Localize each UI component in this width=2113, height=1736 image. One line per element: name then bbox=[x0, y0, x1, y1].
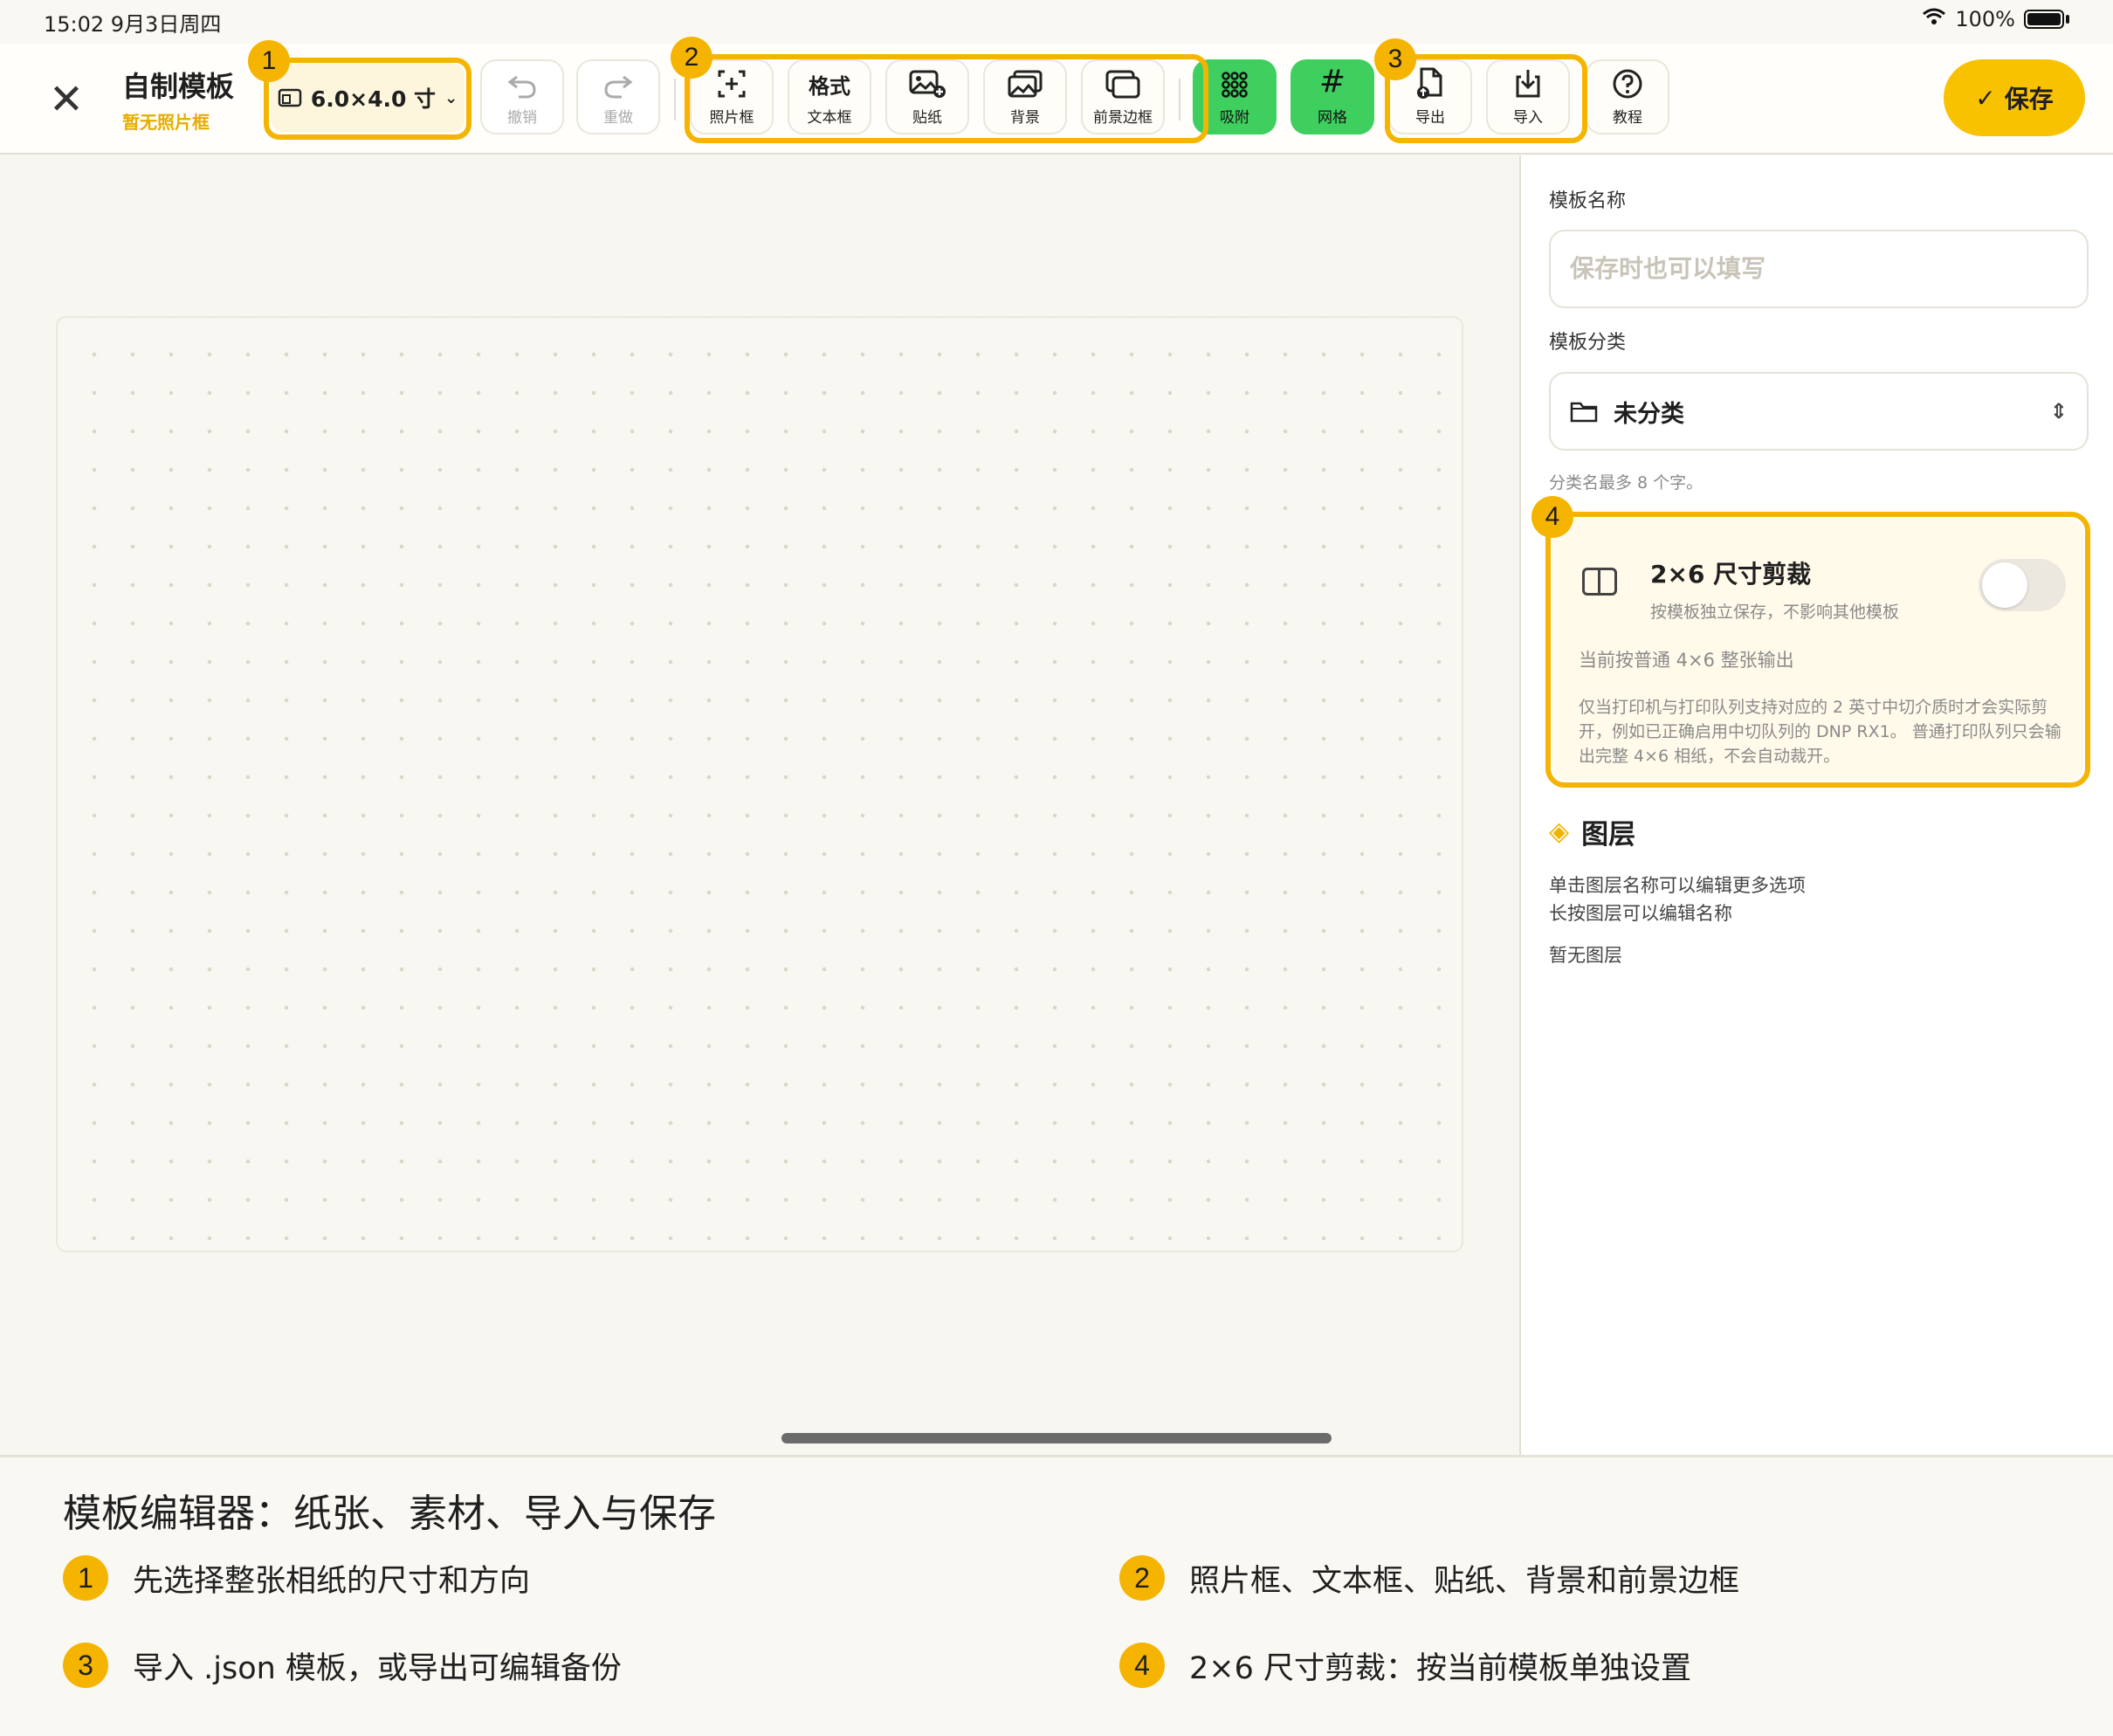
guide-number-2: 2 bbox=[1119, 1555, 1165, 1601]
highlight-import-export bbox=[1385, 54, 1587, 143]
guide-number-1: 1 bbox=[63, 1555, 108, 1601]
guide-number-4: 4 bbox=[1119, 1643, 1165, 1688]
category-label: 模板分类 bbox=[1549, 332, 1627, 354]
status-bar: 15:02 9月3日周四 100% bbox=[0, 0, 2113, 44]
undo-button[interactable]: 撤销 bbox=[480, 59, 564, 134]
save-button[interactable]: ✓ 保存 bbox=[1944, 59, 2085, 136]
layers-hint-2: 长按图层可以编辑名称 bbox=[1549, 903, 1732, 924]
grid-icon: # bbox=[1318, 64, 1346, 100]
highlight-materials bbox=[685, 54, 1208, 143]
highlight-paper-size bbox=[264, 58, 471, 140]
guide-text-3: 导入 .json 模板，或导出可编辑备份 bbox=[133, 1650, 622, 1686]
redo-button[interactable]: 重做 bbox=[576, 59, 660, 134]
folder-icon bbox=[1570, 402, 1598, 423]
template-name-input[interactable]: 保存时也可以填写 bbox=[1549, 230, 2089, 308]
battery-icon bbox=[2024, 10, 2064, 29]
redo-label: 重做 bbox=[603, 109, 633, 127]
chevron-updown-icon: ⇕ bbox=[2049, 399, 2068, 424]
guide-item-4: 4 2×6 尺寸剪裁：按当前模板单独设置 bbox=[1119, 1643, 1691, 1688]
guide-item-1: 1 先选择整张相纸的尺寸和方向 bbox=[63, 1555, 530, 1601]
template-title: 自制模板 bbox=[122, 70, 235, 103]
canvas-area bbox=[0, 155, 1518, 1455]
guide-item-2: 2 照片框、文本框、贴纸、背景和前景边框 bbox=[1119, 1555, 1739, 1601]
callout-badge-2: 2 bbox=[671, 37, 712, 79]
guide-item-3: 3 导入 .json 模板，或导出可编辑备份 bbox=[63, 1643, 622, 1688]
callout-badge-3: 3 bbox=[1374, 38, 1416, 80]
layers-heading: ◈ 图层 bbox=[1549, 812, 1635, 851]
template-name-label: 模板名称 bbox=[1549, 190, 1627, 212]
help-icon bbox=[1587, 61, 1668, 100]
category-value: 未分类 bbox=[1614, 400, 1684, 428]
callout-badge-4: 4 bbox=[1531, 496, 1573, 538]
highlight-crop bbox=[1545, 512, 2090, 788]
editor-toolbar: ✕ 自制模板 暂无照片框 6.0×4.0 寸 ⌄ 撤销 重做 照片框 格式 文本… bbox=[0, 37, 2113, 155]
grid-toggle[interactable]: # 网格 bbox=[1291, 59, 1374, 134]
guide-text-2: 照片框、文本框、贴纸、背景和前景边框 bbox=[1189, 1563, 1740, 1599]
category-hint: 分类名最多 8 个字。 bbox=[1549, 473, 1703, 493]
undo-icon bbox=[482, 61, 562, 100]
undo-label: 撤销 bbox=[507, 109, 537, 127]
tutorial-label: 教程 bbox=[1613, 109, 1642, 127]
status-time: 15:02 9月3日周四 bbox=[44, 12, 222, 37]
layers-hint-1: 单击图层名称可以编辑更多选项 bbox=[1549, 875, 1806, 896]
callout-badge-1: 1 bbox=[248, 40, 290, 82]
guide-title: 模板编辑器：纸张、素材、导入与保存 bbox=[63, 1491, 716, 1536]
guide-text-1: 先选择整张相纸的尺寸和方向 bbox=[133, 1563, 531, 1599]
guide-number-3: 3 bbox=[63, 1643, 108, 1688]
close-button[interactable]: ✕ bbox=[45, 79, 87, 121]
guide-text-4: 2×6 尺寸剪裁：按当前模板单独设置 bbox=[1189, 1650, 1691, 1686]
check-icon: ✓ bbox=[1975, 83, 1996, 113]
layers-empty: 暂无图层 bbox=[1549, 945, 1622, 966]
properties-panel: 模板名称 保存时也可以填写 模板分类 未分类 ⇕ 分类名最多 8 个字。 2×6… bbox=[1519, 155, 2113, 1455]
wifi-icon bbox=[1922, 7, 1946, 31]
layers-title: 图层 bbox=[1581, 819, 1636, 851]
category-select[interactable]: 未分类 ⇕ bbox=[1549, 372, 2089, 451]
status-right: 100% bbox=[1922, 7, 2069, 31]
home-indicator bbox=[781, 1433, 1332, 1443]
tutorial-button[interactable]: 教程 bbox=[1586, 59, 1669, 134]
redo-icon bbox=[578, 61, 658, 100]
guide-caption: 模板编辑器：纸张、素材、导入与保存 1 先选择整张相纸的尺寸和方向 2 照片框、… bbox=[0, 1455, 2113, 1736]
template-canvas[interactable] bbox=[56, 316, 1463, 1252]
template-subtitle: 暂无照片框 bbox=[122, 112, 210, 133]
layers-icon: ◈ bbox=[1549, 816, 1570, 847]
grid-label: 网格 bbox=[1318, 109, 1347, 127]
battery-percent: 100% bbox=[1955, 7, 2015, 31]
save-label: 保存 bbox=[2004, 85, 2054, 114]
